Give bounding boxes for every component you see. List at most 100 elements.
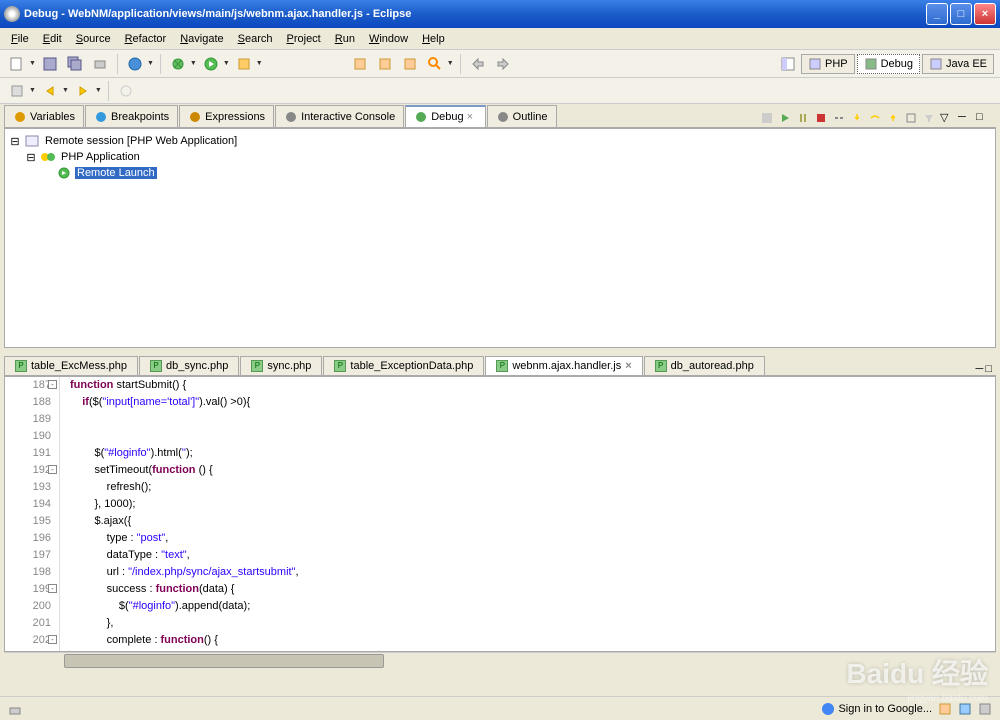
editor-tab[interactable]: Pdb_autoread.php	[644, 356, 765, 375]
editor-tab[interactable]: Ptable_ExcMess.php	[4, 356, 138, 375]
perspective-php[interactable]: PHP	[801, 54, 855, 74]
suspend-icon[interactable]	[796, 111, 812, 127]
minimize-button[interactable]: _	[926, 3, 948, 25]
fold-icon[interactable]: -	[48, 465, 57, 474]
view-tab-breakpoints[interactable]: Breakpoints	[85, 105, 178, 127]
editor-tab[interactable]: Pwebnm.ajax.handler.js×	[485, 356, 642, 375]
collapse-icon[interactable]: ⊟	[25, 151, 37, 164]
window-buttons: _ □ ×	[926, 3, 996, 25]
editor-tab[interactable]: Pdb_sync.php	[139, 356, 239, 375]
fold-icon[interactable]: -	[48, 380, 57, 389]
step-return-icon[interactable]	[886, 111, 902, 127]
fold-icon[interactable]: -	[48, 635, 57, 644]
remove-terminated-icon[interactable]	[760, 111, 776, 127]
main-toolbar: ▼ ▼ ▼ ▼ ▼ ▼ PHPDebugJava EE	[0, 50, 1000, 78]
menu-file[interactable]: File	[4, 31, 36, 47]
save-all-button[interactable]	[64, 53, 86, 75]
code-line: type : "post",	[70, 530, 995, 547]
menu-source[interactable]: Source	[69, 31, 118, 47]
file-icon: P	[251, 360, 263, 372]
use-step-filters-icon[interactable]	[922, 111, 938, 127]
tree-row-launch[interactable]: Remote Launch	[9, 165, 991, 181]
resume-icon[interactable]	[778, 111, 794, 127]
trim-icon[interactable]	[978, 702, 992, 716]
debug-view-toolbar: ▽ ─ □	[760, 111, 996, 127]
menu-refactor[interactable]: Refactor	[118, 31, 174, 47]
view-menu-icon[interactable]: ▽	[940, 111, 956, 127]
menu-window[interactable]: Window	[362, 31, 415, 47]
search-button[interactable]	[424, 53, 446, 75]
save-button[interactable]	[39, 53, 61, 75]
perspective-switcher: PHPDebugJava EE	[777, 53, 994, 75]
view-tab-debug[interactable]: Debug×	[405, 105, 485, 127]
view-tab-expressions[interactable]: Expressions	[179, 105, 274, 127]
code-line: },	[70, 615, 995, 632]
fold-icon[interactable]: -	[48, 584, 57, 593]
run-button[interactable]	[200, 53, 222, 75]
disconnect-icon[interactable]	[832, 111, 848, 127]
code-line: success : function(data) {	[70, 581, 995, 598]
menu-navigate[interactable]: Navigate	[173, 31, 230, 47]
view-tab-outline[interactable]: Outline	[487, 105, 557, 127]
drop-frame-icon[interactable]	[904, 111, 920, 127]
scrollbar-thumb[interactable]	[64, 654, 384, 668]
perspective-java-ee[interactable]: Java EE	[922, 54, 994, 74]
horizontal-scrollbar[interactable]	[4, 652, 996, 670]
menu-help[interactable]: Help	[415, 31, 452, 47]
minimize-view-icon[interactable]: ─	[958, 111, 974, 127]
back-button[interactable]	[39, 80, 61, 102]
menu-search[interactable]: Search	[231, 31, 280, 47]
code-line: if($("input[name='total']").val() >0){	[70, 394, 995, 411]
debug-button[interactable]	[167, 53, 189, 75]
close-tab-icon[interactable]: ×	[467, 111, 477, 123]
close-button[interactable]: ×	[974, 3, 996, 25]
maximize-view-icon[interactable]: □	[976, 111, 992, 127]
updates-icon[interactable]	[958, 702, 972, 716]
step-over-icon[interactable]	[868, 111, 884, 127]
line-number: 188	[5, 394, 51, 411]
terminate-icon[interactable]	[814, 111, 830, 127]
tasks-icon[interactable]	[938, 702, 952, 716]
file-icon: P	[655, 360, 667, 372]
view-tab-interactive-console[interactable]: Interactive Console	[275, 105, 404, 127]
collapse-icon[interactable]: ⊟	[9, 135, 21, 148]
forward-button[interactable]	[72, 80, 94, 102]
view-tab-variables[interactable]: Variables	[4, 105, 84, 127]
file-icon: P	[15, 360, 27, 372]
google-icon	[821, 702, 835, 716]
menu-project[interactable]: Project	[280, 31, 328, 47]
maximize-editor-icon[interactable]: □	[985, 363, 992, 375]
tree-row-app[interactable]: ⊟ PHP Application	[9, 149, 991, 165]
step-into-icon[interactable]	[850, 111, 866, 127]
line-number: 200	[5, 598, 51, 615]
minimize-editor-icon[interactable]: ─	[976, 363, 984, 375]
maximize-button[interactable]: □	[950, 3, 972, 25]
perspective-debug[interactable]: Debug	[857, 54, 920, 74]
toggle-mark-button[interactable]	[6, 80, 28, 102]
menu-run[interactable]: Run	[328, 31, 362, 47]
menu-edit[interactable]: Edit	[36, 31, 69, 47]
last-edit-button[interactable]	[467, 53, 489, 75]
next-edit-button[interactable]	[492, 53, 514, 75]
skip-breakpoints-button[interactable]	[115, 80, 137, 102]
file-icon: P	[334, 360, 346, 372]
status-icon	[8, 702, 22, 716]
tree-label-selected: Remote Launch	[75, 167, 157, 179]
code-editor[interactable]: 187-188189190191192-19319419519619719819…	[4, 376, 996, 652]
browser-button[interactable]	[124, 53, 146, 75]
external-tools-button[interactable]	[233, 53, 255, 75]
open-task-button[interactable]	[374, 53, 396, 75]
open-perspective-button[interactable]	[777, 53, 799, 75]
open-type-button[interactable]	[349, 53, 371, 75]
open-task-2-button[interactable]	[399, 53, 421, 75]
code-line: setTimeout(function () {	[70, 462, 995, 479]
editor-tab[interactable]: Ptable_ExceptionData.php	[323, 356, 484, 375]
tree-row-session[interactable]: ⊟ Remote session [PHP Web Application]	[9, 133, 991, 149]
php-app-icon	[40, 150, 56, 164]
editor-tab[interactable]: Psync.php	[240, 356, 322, 375]
code-content[interactable]: function startSubmit() { if($("input[nam…	[60, 377, 995, 651]
new-button[interactable]	[6, 53, 28, 75]
print-button[interactable]	[89, 53, 111, 75]
close-tab-icon[interactable]: ×	[625, 360, 631, 372]
sign-in-google-link[interactable]: Sign in to Google...	[821, 702, 932, 716]
